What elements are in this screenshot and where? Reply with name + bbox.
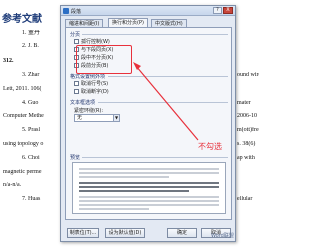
reference-line: 1. 董丹 [22, 30, 60, 37]
reference-text: 312. [3, 58, 14, 64]
dialog-title: 段落 [71, 9, 82, 15]
preview-line [79, 176, 169, 178]
reference-text: magnetic perme [3, 169, 42, 175]
preview-line [79, 168, 219, 170]
reference-line-fragment: ellular [237, 196, 253, 202]
textbox-options-label: 文本框选项 [70, 100, 96, 106]
preview-line [79, 172, 219, 174]
watermark-logo: Word联盟 [211, 233, 234, 239]
reference-text: Huas [28, 196, 41, 202]
annotation-label: 不勾选 [198, 142, 222, 151]
reference-number: 4. [22, 100, 27, 106]
reference-line-fragment: m(ott)free [237, 127, 259, 133]
tight-wrap-value: 无 [77, 115, 83, 121]
format-exceptions-label: 格式设置例外项 [70, 74, 106, 80]
preview-label: 预览 [70, 155, 81, 161]
preview-line [79, 190, 189, 192]
tight-wrap-label: 紧密环绕(R): [74, 108, 104, 114]
suppress-line-numbers-label: 取消行号(S) [81, 81, 109, 87]
pagination-group-label: 分页 [70, 32, 81, 38]
group-divider [82, 157, 228, 158]
set-default-button[interactable]: 设为默认值(D) [105, 228, 145, 238]
word-app-icon [63, 8, 69, 14]
reference-number: 3. [22, 72, 27, 78]
preview-line [79, 186, 219, 188]
reference-text: Lett, 2011. 106( [3, 86, 42, 92]
dont-hyphenate-label: 取消断字(D) [81, 89, 109, 95]
reference-text: Computer Methe [3, 113, 44, 119]
reference-line: 312. [3, 58, 60, 65]
reference-line-fragment: ap with [237, 155, 255, 161]
group-divider [108, 76, 228, 77]
ok-button[interactable]: 确定 [167, 228, 197, 238]
group-divider [82, 34, 228, 35]
reference-line: 3. Zhar [22, 72, 60, 79]
preview-line [79, 196, 219, 198]
reference-line: n/a-n/a. [3, 182, 60, 189]
tight-wrap-select[interactable]: 无 ▼ [74, 114, 120, 122]
reference-line: Lett, 2011. 106( [3, 86, 60, 93]
reference-line: 7. Huas [22, 196, 60, 203]
close-button[interactable]: X [223, 7, 233, 14]
reference-line: Computer Methe [3, 113, 60, 120]
help-button[interactable]: ? [213, 7, 222, 14]
reference-number: 7. [22, 196, 27, 202]
reference-line: 6. Choi [22, 155, 60, 162]
reference-line: using topology o [3, 141, 60, 148]
reference-text: Choi [28, 155, 40, 161]
reference-number: 6. [22, 155, 27, 161]
group-divider [98, 102, 228, 103]
reference-number: 2. [22, 43, 27, 49]
widow-control-checkbox[interactable] [74, 39, 79, 44]
dialog-titlebar[interactable]: 段落 ? X [61, 6, 235, 16]
reference-text: Guo [28, 100, 39, 106]
suppress-line-numbers-checkbox[interactable] [74, 81, 79, 86]
reference-line-fragment: 2006-10 [237, 113, 257, 119]
reference-text: n/a-n/a. [3, 182, 22, 188]
chevron-down-icon[interactable]: ▼ [113, 115, 119, 121]
highlight-box [76, 45, 132, 74]
preview-line [79, 182, 219, 184]
reference-number: 5. [22, 127, 27, 133]
reference-text: 董丹 [28, 30, 41, 36]
paragraph-dialog: 段落 ? X 缩进和间距(I) 换行和分页(P) 中文版式(H) 分页 孤行控制… [60, 5, 236, 242]
reference-text: J. B. [28, 43, 39, 49]
tabs-button[interactable]: 制表位(T)... [67, 228, 99, 238]
reference-line: 2. J. B. [22, 43, 60, 50]
dont-hyphenate-checkbox[interactable] [74, 89, 79, 94]
references-heading: 参考文献 [2, 14, 42, 25]
reference-line: 4. Guo [22, 100, 60, 107]
reference-text: Zhar [28, 72, 40, 78]
reference-number: 1. [22, 30, 27, 36]
reference-line: magnetic perme [3, 169, 60, 176]
reference-text: Prasl [28, 127, 40, 133]
reference-line-fragment: ound wire [237, 72, 259, 78]
reference-line-fragment: s. 38(6) [237, 141, 256, 147]
preview-line [79, 208, 149, 210]
paragraph-preview [72, 162, 226, 214]
reference-text: using topology o [3, 141, 44, 147]
reference-line: 5. Prasl [22, 127, 60, 134]
preview-line [79, 204, 219, 206]
preview-line [79, 200, 219, 202]
reference-line-fragment: mater [237, 100, 251, 106]
